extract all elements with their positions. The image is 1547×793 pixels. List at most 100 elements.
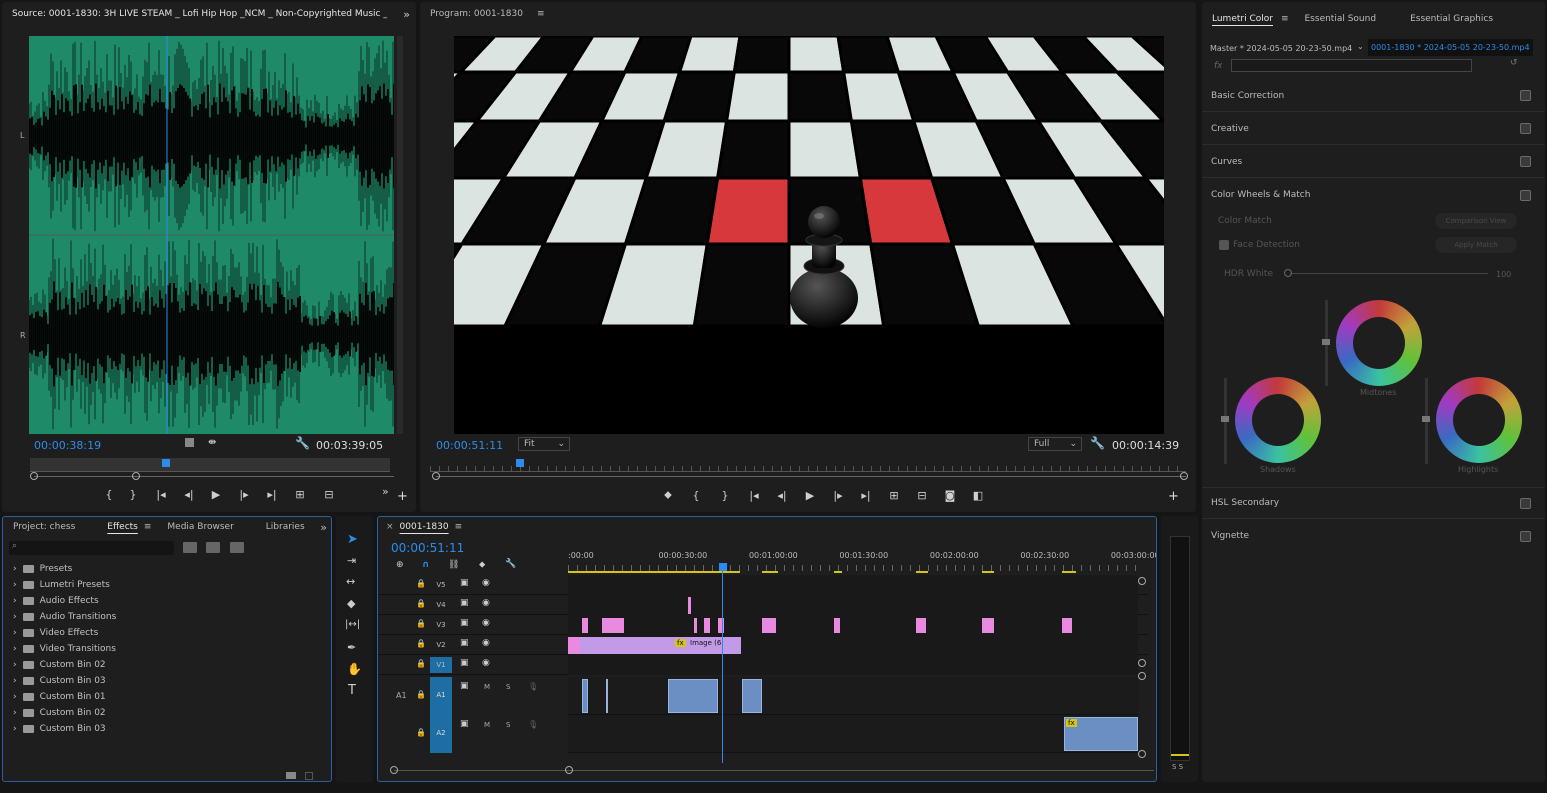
fit-dropdown[interactable]: Fit ⌄ bbox=[518, 437, 570, 451]
overwrite-icon[interactable]: ⊟ bbox=[314, 488, 344, 501]
master-clip-label[interactable]: Master * 2024-05-05 20-23-50.mp4 bbox=[1210, 44, 1352, 53]
lock-icon[interactable]: 🔒 bbox=[416, 619, 426, 628]
wrench-icon[interactable]: 🔧 bbox=[295, 436, 310, 450]
extract-icon[interactable]: ⊟ bbox=[908, 489, 936, 502]
enable-checkbox[interactable] bbox=[1520, 90, 1531, 101]
lock-icon[interactable]: 🔒 bbox=[416, 728, 426, 737]
sequence-clip-label[interactable]: 0001-1830 * 2024-05-05 20-23-50.mp4 bbox=[1368, 39, 1533, 56]
eye-icon[interactable]: ◉ bbox=[482, 658, 490, 668]
camera-icon[interactable]: ◙ bbox=[936, 489, 964, 502]
expand-panels-icon[interactable]: » bbox=[320, 521, 327, 534]
hdr-white-handle[interactable] bbox=[1284, 269, 1292, 277]
yuv-effects-icon[interactable] bbox=[230, 542, 244, 553]
list-item-lumetri-presets[interactable]: › Lumetri Presets bbox=[3, 577, 331, 593]
microphone-icon[interactable]: 🎙 bbox=[528, 720, 538, 729]
quality-dropdown[interactable]: Full ⌄ bbox=[1028, 437, 1082, 451]
track-label-v3[interactable]: V3 bbox=[430, 617, 452, 633]
track-label-v2[interactable]: V2 bbox=[430, 637, 452, 653]
enable-checkbox[interactable] bbox=[1520, 497, 1531, 509]
microphone-icon[interactable]: 🎙 bbox=[528, 682, 538, 691]
delete-icon[interactable] bbox=[305, 772, 313, 780]
lock-icon[interactable]: 🔒 bbox=[416, 599, 426, 608]
type-tool-icon[interactable]: T bbox=[348, 683, 356, 698]
list-item-custom-bin[interactable]: › Custom Bin 02 bbox=[3, 705, 331, 721]
lock-icon[interactable]: 🔒 bbox=[416, 659, 426, 668]
hdr-white-slider[interactable] bbox=[1290, 273, 1488, 274]
slip-tool-icon[interactable]: |↔| bbox=[345, 619, 360, 630]
audio-clip[interactable] bbox=[742, 679, 762, 713]
midtones-wheel[interactable] bbox=[1336, 300, 1422, 386]
solo-button[interactable]: S bbox=[506, 683, 510, 691]
nest-toggle-icon[interactable]: ⊕ bbox=[396, 560, 404, 570]
highlights-slider-handle[interactable] bbox=[1422, 416, 1430, 422]
section-hsl-secondary[interactable]: HSL Secondary bbox=[1202, 487, 1545, 519]
vertical-scroll-handle[interactable] bbox=[1138, 750, 1146, 758]
section-color-wheels[interactable]: Color Wheels & Match bbox=[1202, 179, 1545, 211]
tab-project[interactable]: Project: chess bbox=[13, 522, 75, 532]
tab-media-browser[interactable]: Media Browser bbox=[167, 522, 233, 532]
panel-menu-icon[interactable]: ≡ bbox=[144, 522, 152, 532]
source-playhead[interactable] bbox=[162, 459, 170, 467]
audio-clip[interactable] bbox=[668, 679, 718, 713]
video-clip[interactable] bbox=[704, 618, 710, 633]
hdr-white-value[interactable]: 100 bbox=[1496, 270, 1511, 279]
midtones-slider-handle[interactable] bbox=[1322, 339, 1330, 345]
new-bin-icon[interactable] bbox=[286, 772, 296, 779]
ripple-edit-tool-icon[interactable]: ↔ bbox=[346, 575, 355, 588]
eye-icon[interactable]: ◉ bbox=[482, 578, 490, 588]
section-vignette[interactable]: Vignette bbox=[1202, 520, 1545, 552]
tab-libraries[interactable]: Libraries bbox=[266, 522, 305, 532]
timeline-zoom-bar[interactable] bbox=[394, 770, 1154, 771]
source-monitor-title[interactable]: Source: 0001-1830: 3H LIVE STEAM _ Lofi … bbox=[12, 9, 387, 19]
go-to-in-icon[interactable]: |◂ bbox=[740, 489, 768, 502]
film-icon[interactable]: ▣ bbox=[460, 598, 469, 608]
32bit-effects-icon[interactable] bbox=[206, 542, 220, 553]
eye-icon[interactable]: ◉ bbox=[482, 618, 490, 628]
drag-video-icon[interactable] bbox=[185, 438, 194, 447]
mark-out-icon[interactable]: } bbox=[710, 489, 740, 502]
shadows-slider-handle[interactable] bbox=[1221, 416, 1229, 422]
more-controls-icon[interactable]: » bbox=[382, 485, 389, 498]
list-item-audio-effects[interactable]: › Audio Effects bbox=[3, 593, 331, 609]
enable-checkbox[interactable] bbox=[1520, 530, 1531, 542]
face-detection-checkbox[interactable] bbox=[1219, 240, 1229, 250]
list-item-custom-bin[interactable]: › Custom Bin 03 bbox=[3, 673, 331, 689]
play-icon[interactable]: ▶ bbox=[202, 488, 230, 501]
lock-icon[interactable]: 🔒 bbox=[416, 579, 426, 588]
wrench-icon[interactable]: 🔧 bbox=[505, 559, 516, 569]
film-icon[interactable]: ▣ bbox=[460, 681, 469, 691]
razor-tool-icon[interactable]: ◆ bbox=[347, 597, 355, 610]
effect-select[interactable] bbox=[1231, 59, 1472, 72]
film-icon[interactable]: ▣ bbox=[460, 618, 469, 628]
eye-icon[interactable]: ◉ bbox=[482, 598, 490, 608]
enable-checkbox[interactable] bbox=[1520, 156, 1531, 167]
tab-essential-sound[interactable]: Essential Sound bbox=[1305, 14, 1377, 24]
zoom-handle-right[interactable] bbox=[1180, 472, 1188, 480]
video-clip[interactable] bbox=[718, 618, 724, 633]
audio-clip[interactable] bbox=[606, 679, 608, 713]
wrench-icon[interactable]: 🔧 bbox=[1090, 436, 1105, 450]
list-item-custom-bin[interactable]: › Custom Bin 01 bbox=[3, 689, 331, 705]
source-scrollbar[interactable] bbox=[397, 36, 403, 434]
list-item-presets[interactable]: › Presets bbox=[3, 561, 331, 577]
work-area-bar[interactable] bbox=[568, 571, 1138, 574]
vertical-scroll-handle[interactable] bbox=[1138, 659, 1146, 667]
program-zoom-bar[interactable] bbox=[436, 476, 1186, 477]
apply-match-button[interactable]: Apply Match bbox=[1435, 237, 1517, 253]
play-icon[interactable]: ▶ bbox=[796, 489, 824, 502]
list-item-custom-bin[interactable]: › Custom Bin 02 bbox=[3, 657, 331, 673]
lock-icon[interactable]: 🔒 bbox=[416, 690, 426, 699]
track-label-a2[interactable]: A2 bbox=[430, 729, 452, 737]
playhead[interactable] bbox=[719, 563, 727, 571]
go-to-in-icon[interactable]: |◂ bbox=[146, 488, 176, 501]
selection-tool-icon[interactable]: ➤ bbox=[347, 532, 358, 547]
panel-menu-icon[interactable]: ≡ bbox=[537, 9, 545, 19]
tab-effects[interactable]: Effects bbox=[107, 522, 138, 532]
zoom-handle-left[interactable] bbox=[432, 472, 440, 480]
audio-waveform[interactable] bbox=[29, 36, 394, 434]
mute-button[interactable]: M bbox=[484, 683, 490, 691]
step-forward-icon[interactable]: |▸ bbox=[230, 488, 258, 501]
mark-in-icon[interactable]: { bbox=[98, 488, 120, 501]
film-icon[interactable]: ▣ bbox=[460, 658, 469, 668]
effects-search-input[interactable]: ⌕ bbox=[9, 541, 174, 555]
